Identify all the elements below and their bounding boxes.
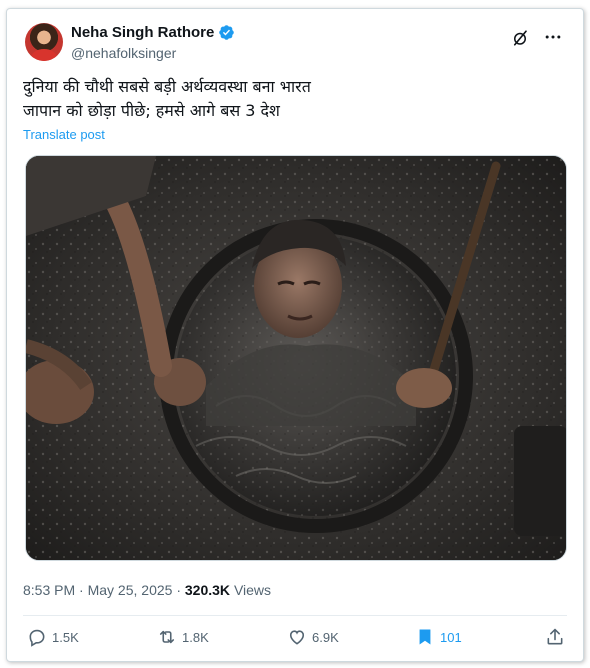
like-icon — [289, 630, 305, 645]
bookmark-icon — [419, 629, 431, 645]
avatar[interactable] — [25, 23, 63, 61]
reply-button[interactable]: 1.5K — [27, 627, 79, 647]
grok-icon[interactable] — [511, 29, 529, 47]
action-bar: 1.5K 1.8K 6.9K 101 — [23, 625, 567, 653]
meta-separator: · — [79, 582, 84, 598]
author-handle[interactable]: @nehafolksinger — [71, 45, 176, 61]
translate-post-link[interactable]: Translate post — [23, 127, 105, 142]
author-name[interactable]: Neha Singh Rathore — [71, 24, 214, 41]
post-image-illustration — [26, 156, 566, 560]
post-header: Neha Singh Rathore @nehafolksinger — [23, 21, 569, 65]
more-icon[interactable] — [543, 27, 563, 47]
repost-icon — [159, 630, 175, 644]
bookmark-count: 101 — [440, 629, 462, 645]
reply-icon — [29, 629, 45, 647]
post-meta: 8:53 PM · May 25, 2025 · 320.3K Views — [23, 582, 271, 598]
meta-separator-2: · — [176, 582, 181, 598]
bookmark-button[interactable]: 101 — [415, 627, 462, 647]
verified-badge-icon — [219, 25, 235, 40]
divider — [23, 615, 567, 616]
share-icon — [547, 628, 563, 645]
repost-button[interactable]: 1.8K — [157, 627, 209, 647]
like-button[interactable]: 6.9K — [287, 627, 339, 647]
post-text-line-2: जापान को छोड़ा पीछे; हमसे आगे बस 3 देश — [23, 101, 280, 120]
views-count: 320.3K — [184, 582, 231, 598]
post-text: दुनिया की चौथी सबसे बड़ी अर्थव्यवस्था बन… — [23, 75, 567, 123]
post-time[interactable]: 8:53 PM — [23, 582, 75, 598]
reply-count: 1.5K — [52, 629, 79, 645]
views-label: Views — [233, 582, 272, 598]
tweet-card: Neha Singh Rathore @nehafolksinger दुनिय… — [6, 8, 584, 662]
post-text-line-1: दुनिया की चौथी सबसे बड़ी अर्थव्यवस्था बन… — [23, 77, 311, 96]
author-name-row: Neha Singh Rathore — [71, 24, 235, 41]
post-image[interactable] — [25, 155, 567, 561]
share-button[interactable] — [545, 627, 565, 647]
repost-count: 1.8K — [182, 629, 209, 645]
post-date[interactable]: May 25, 2025 — [88, 582, 173, 598]
like-count: 6.9K — [312, 629, 339, 645]
